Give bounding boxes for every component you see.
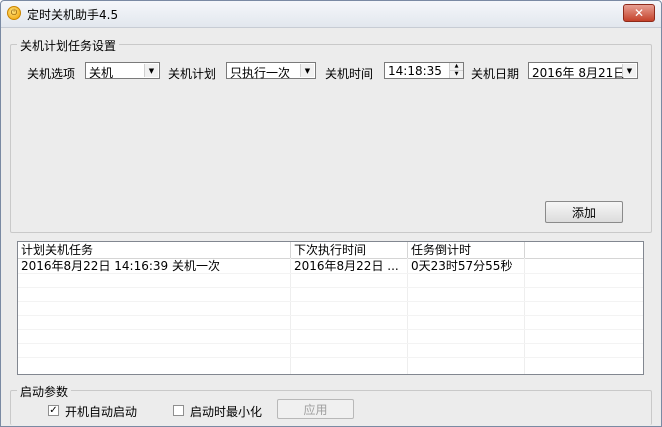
time-input[interactable]: 14:18:35 ▲ ▼ xyxy=(384,62,464,79)
plan-group-legend: 关机计划任务设置 xyxy=(17,37,120,54)
plan-select-value: 只执行一次 xyxy=(230,66,291,80)
time-spinner: ▲ ▼ xyxy=(449,63,463,78)
grid-line xyxy=(18,301,643,302)
table-row[interactable]: 2016年8月22日 14:16:39 关机一次 2016年8月22日 ... … xyxy=(18,259,643,273)
task-list[interactable]: 计划关机任务 下次执行时间 任务倒计时 2016年8月22日 14:16:39 … xyxy=(17,241,644,375)
spin-down-icon[interactable]: ▼ xyxy=(450,71,463,78)
minimize-label[interactable]: 启动时最小化 xyxy=(190,403,262,420)
grid-line xyxy=(18,273,643,274)
autostart-label[interactable]: 开机自动启动 xyxy=(65,403,137,420)
add-button[interactable]: 添加 xyxy=(545,201,623,223)
plan-group: 关机计划任务设置 关机选项 关机 ▼ 关机计划 只执行一次 ▼ 关机时间 14:… xyxy=(10,37,652,233)
time-label: 关机时间 xyxy=(325,67,374,81)
minimize-checkbox[interactable] xyxy=(173,405,184,416)
countdown-cell: 0天23时57分55秒 xyxy=(411,259,513,273)
plan-select[interactable]: 只执行一次 ▼ xyxy=(226,62,316,80)
grid-line xyxy=(18,357,643,358)
window-title: 定时关机助手4.5 xyxy=(27,8,119,22)
title-bar[interactable]: ⏻ 定时关机助手4.5 ✕ xyxy=(1,1,661,28)
check-icon: ✓ xyxy=(49,404,58,416)
option-select-value: 关机 xyxy=(89,66,114,80)
column-header-countdown[interactable]: 任务倒计时 xyxy=(408,242,525,258)
chevron-down-icon: ▼ xyxy=(622,64,636,77)
spin-up-icon[interactable]: ▲ xyxy=(450,63,463,71)
grid-line xyxy=(18,315,643,316)
grid-line xyxy=(18,287,643,288)
date-picker[interactable]: 2016年 8月21日 ▼ xyxy=(528,62,638,80)
column-header-next-run[interactable]: 下次执行时间 xyxy=(291,242,408,258)
close-button[interactable]: ✕ xyxy=(623,4,655,22)
date-picker-value: 2016年 8月21日 xyxy=(532,66,626,80)
startup-group-legend: 启动参数 xyxy=(17,383,72,400)
power-icon: ⏻ xyxy=(7,6,21,20)
column-header-task[interactable]: 计划关机任务 xyxy=(18,242,291,258)
grid-line xyxy=(18,329,643,330)
option-select[interactable]: 关机 ▼ xyxy=(85,62,160,80)
chevron-down-icon: ▼ xyxy=(144,64,158,77)
time-input-value: 14:18:35 xyxy=(388,64,442,78)
autostart-checkbox[interactable]: ✓ xyxy=(48,405,59,416)
plan-label: 关机计划 xyxy=(168,67,217,81)
startup-group: 启动参数 ✓ 开机自动启动 启动时最小化 应用 xyxy=(10,383,652,425)
task-cell: 2016年8月22日 14:16:39 关机一次 xyxy=(21,259,220,273)
task-list-header: 计划关机任务 下次执行时间 任务倒计时 xyxy=(18,242,643,259)
main-window: ⏻ 定时关机助手4.5 ✕ 关机计划任务设置 关机选项 关机 ▼ 关机计划 只执… xyxy=(0,0,662,427)
chevron-down-icon: ▼ xyxy=(300,64,314,77)
apply-button[interactable]: 应用 xyxy=(277,399,354,419)
grid-line xyxy=(18,343,643,344)
option-label: 关机选项 xyxy=(27,67,76,81)
next-run-cell: 2016年8月22日 ... xyxy=(294,259,399,273)
column-header-empty[interactable] xyxy=(525,242,643,258)
date-label: 关机日期 xyxy=(471,67,520,81)
